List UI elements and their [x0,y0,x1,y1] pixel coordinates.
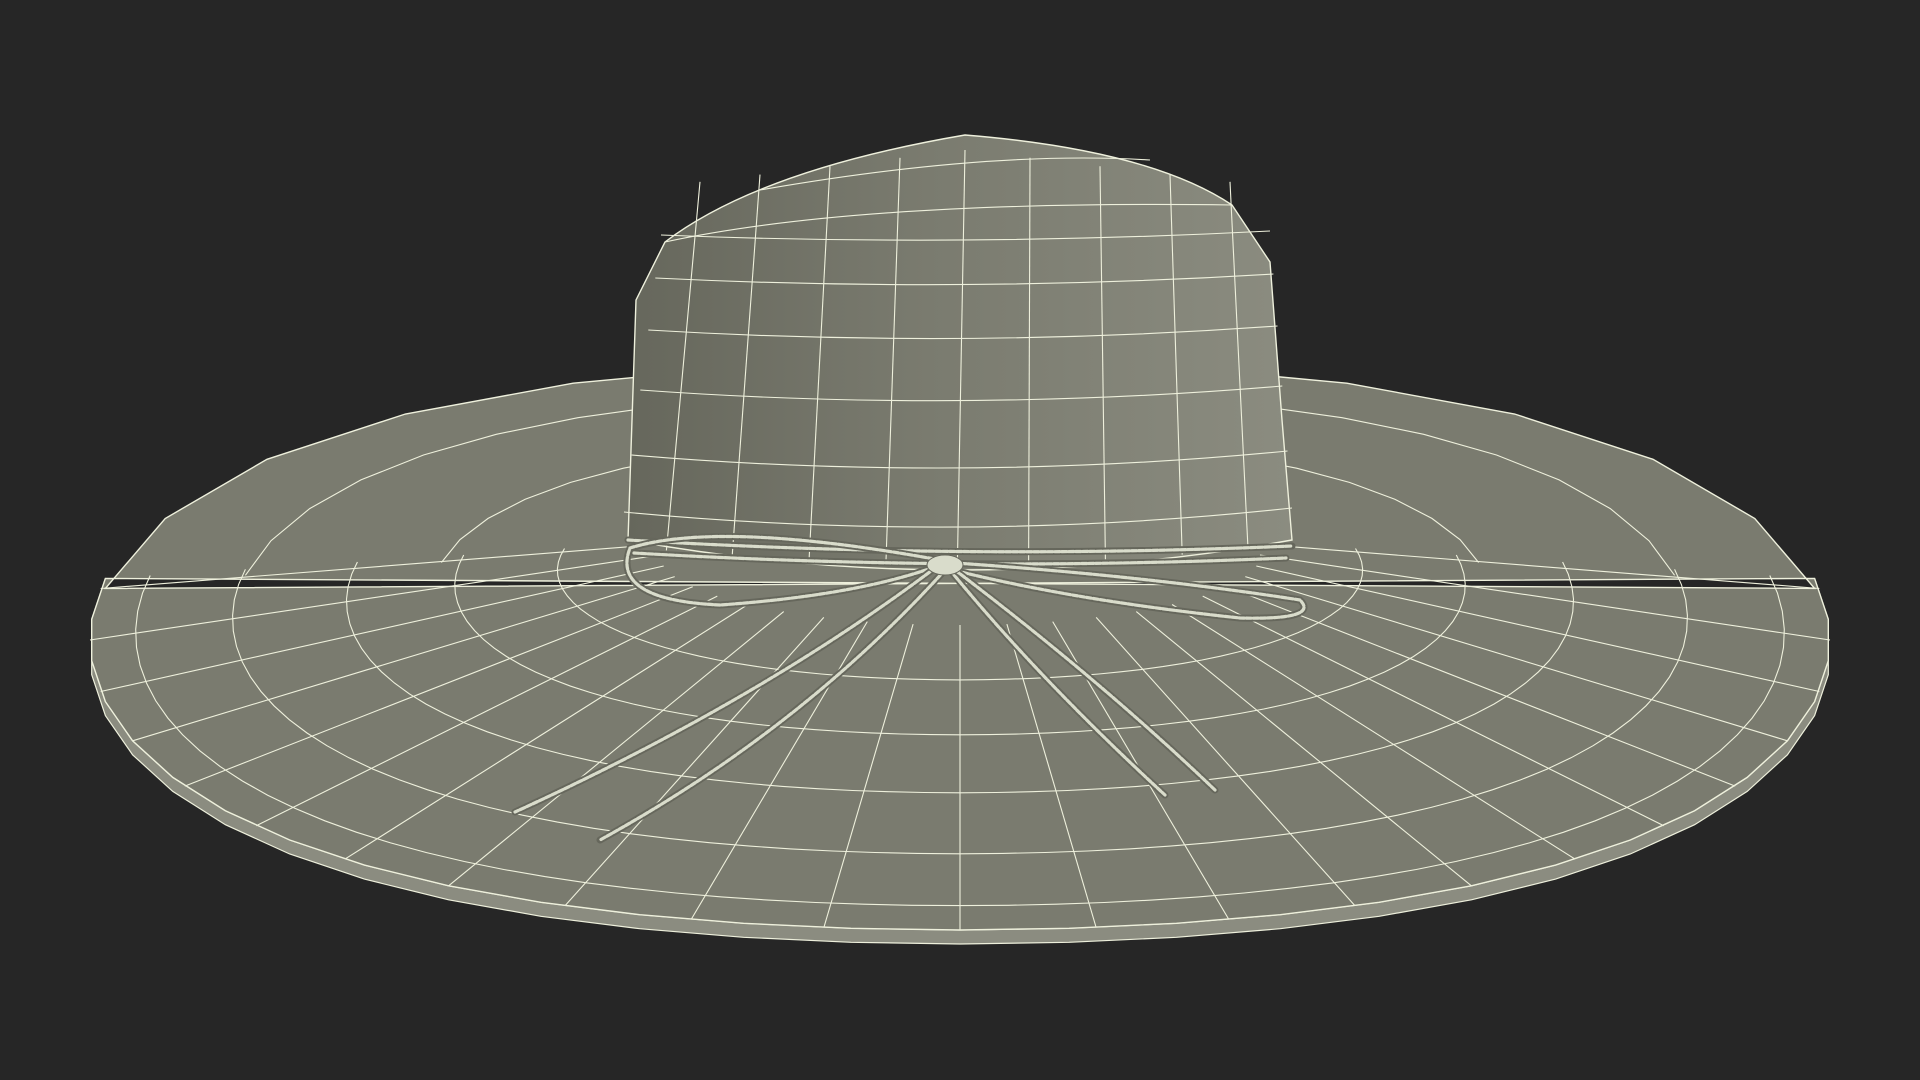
crown-surface [627,134,1293,571]
render-viewport [0,0,1920,1080]
bow-knot [926,554,964,576]
crown [623,134,1293,571]
hat-wireframe-render [89,134,1831,945]
